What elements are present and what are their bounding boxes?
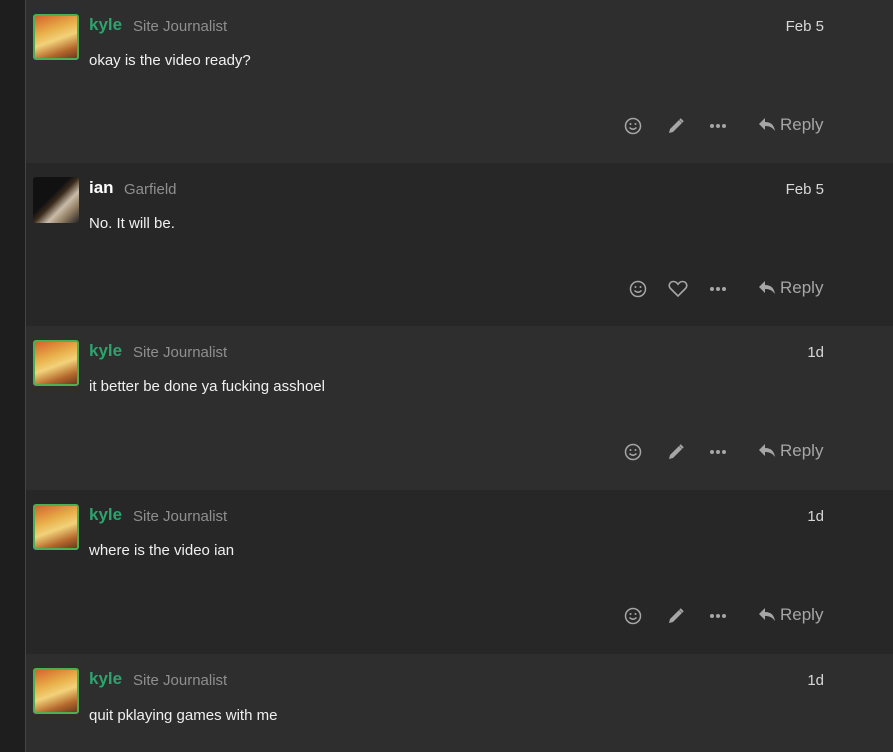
user-title: Site Journalist <box>133 344 228 361</box>
heart-icon[interactable] <box>664 275 692 303</box>
reply-icon <box>759 444 775 457</box>
post-actions: Reply <box>26 275 893 305</box>
post: ian Garfield Feb 5 No. It will be. Reply <box>26 163 893 326</box>
reply-label: Reply <box>780 441 824 460</box>
reply-label: Reply <box>780 115 824 134</box>
pencil-icon[interactable] <box>662 602 690 630</box>
username[interactable]: kyle <box>89 505 122 525</box>
more-icon[interactable] <box>704 112 732 140</box>
post-body: quit pklaying games with me <box>89 707 278 724</box>
reply-icon <box>759 281 775 294</box>
more-icon[interactable] <box>704 438 732 466</box>
username[interactable]: ian <box>89 178 114 198</box>
user-title: Site Journalist <box>133 508 228 525</box>
avatar[interactable] <box>33 504 79 550</box>
post-actions: Reply <box>26 112 893 142</box>
avatar[interactable] <box>33 14 79 60</box>
post-date[interactable]: Feb 5 <box>786 181 824 198</box>
smile-icon[interactable] <box>619 112 647 140</box>
reply-icon <box>759 118 775 131</box>
reply-button[interactable]: Reply <box>758 441 823 461</box>
user-title: Site Journalist <box>133 18 228 35</box>
post-date[interactable]: 1d <box>807 508 824 525</box>
post-body: where is the video ian <box>89 542 235 559</box>
more-icon[interactable] <box>704 275 732 303</box>
post: kyle Site Journalist 1d where is the vid… <box>26 490 893 654</box>
smile-icon[interactable] <box>624 275 652 303</box>
post-actions: Reply <box>26 438 893 468</box>
post-stream: kyle Site Journalist Feb 5 okay is the v… <box>26 0 893 752</box>
avatar[interactable] <box>33 340 79 386</box>
post: kyle Site Journalist 1d quit pklaying ga… <box>26 654 893 752</box>
pencil-icon[interactable] <box>662 112 690 140</box>
reply-button[interactable]: Reply <box>758 115 823 135</box>
left-gutter <box>0 0 25 752</box>
reply-label: Reply <box>780 605 824 624</box>
post-actions: Reply <box>26 602 893 632</box>
smile-icon[interactable] <box>619 602 647 630</box>
reply-label: Reply <box>780 278 824 297</box>
post-body: okay is the video ready? <box>89 52 251 69</box>
user-title: Site Journalist <box>133 672 228 689</box>
more-icon[interactable] <box>704 602 732 630</box>
user-title: Garfield <box>124 181 177 198</box>
post-body: No. It will be. <box>89 215 175 232</box>
username[interactable]: kyle <box>89 15 122 35</box>
post-date[interactable]: 1d <box>807 344 824 361</box>
reply-icon <box>759 608 775 621</box>
avatar[interactable] <box>33 177 79 223</box>
username[interactable]: kyle <box>89 341 122 361</box>
smile-icon[interactable] <box>619 438 647 466</box>
avatar[interactable] <box>33 668 79 714</box>
post: kyle Site Journalist Feb 5 okay is the v… <box>26 0 893 163</box>
post: kyle Site Journalist 1d it better be don… <box>26 326 893 490</box>
post-date[interactable]: Feb 5 <box>786 18 824 35</box>
reply-button[interactable]: Reply <box>758 278 823 298</box>
reply-button[interactable]: Reply <box>758 605 823 625</box>
post-body: it better be done ya fucking asshoel <box>89 378 325 395</box>
post-date[interactable]: 1d <box>807 672 824 689</box>
username[interactable]: kyle <box>89 669 122 689</box>
pencil-icon[interactable] <box>662 438 690 466</box>
